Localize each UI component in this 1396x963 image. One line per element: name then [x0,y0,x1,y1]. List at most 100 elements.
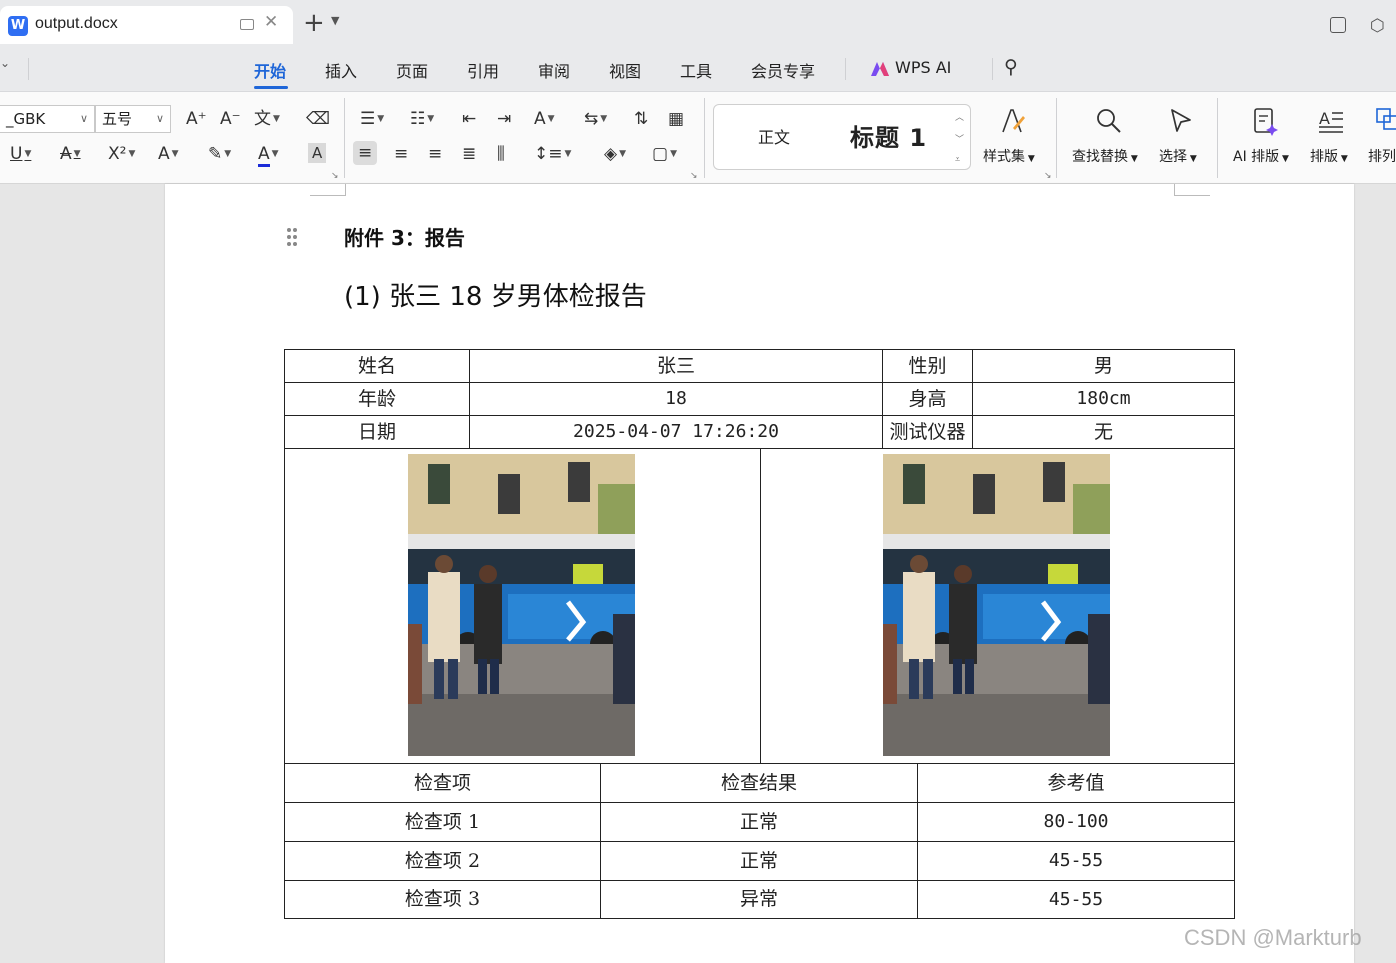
align-right-icon[interactable]: ≡ [428,144,442,164]
info-value-height[interactable]: 180cm [972,382,1235,416]
active-tab-underline [254,86,288,89]
menu-tab-member[interactable]: 会员专享 [751,58,815,82]
results-row-3-item[interactable]: 检查项 3 [284,880,601,919]
attachment-heading[interactable]: 附件 3：报告 [344,222,465,251]
results-row-2-result[interactable]: 正常 [600,841,918,881]
results-row-1-result[interactable]: 正常 [600,802,918,842]
info-label-age[interactable]: 年龄 [284,382,470,416]
font-name-select[interactable]: _GBK ∨ [0,105,95,133]
styles-dialog-launcher-icon[interactable]: ↘ [1044,171,1052,181]
phonetic-guide-icon[interactable]: 文 ▼ [254,109,280,129]
paragraph-dialog-launcher-icon[interactable]: ↘ [690,171,698,181]
window-restore-icon[interactable] [1330,17,1346,33]
gallery-scroll-down-icon[interactable]: ﹀ [955,130,964,150]
style-heading-1[interactable]: 标题 1 [850,118,927,153]
clear-format-icon[interactable]: ⌫ [306,109,330,129]
info-value-device[interactable]: 无 [972,415,1235,449]
highlight-icon[interactable]: ✎ ▼ [208,144,231,164]
collapse-chevron-icon[interactable]: ⌄ [0,56,10,70]
select-label[interactable]: 选择 ▼ [1159,146,1197,166]
results-row-3-result[interactable]: 异常 [600,880,918,919]
menu-tab-insert[interactable]: 插入 [325,58,357,82]
results-row-2-reference[interactable]: 45-55 [917,841,1235,881]
increase-font-icon[interactable]: A⁺ [186,109,207,129]
new-tab-button[interactable]: + [303,8,325,38]
monitor-icon[interactable] [240,19,254,30]
style-normal[interactable]: 正文 [758,124,790,148]
results-row-1-reference[interactable]: 80-100 [917,802,1235,842]
results-header-item[interactable]: 检查项 [284,763,601,803]
gallery-expand-icon[interactable]: ⩡ [955,150,960,170]
line-spacing-icon[interactable]: ↕≡ ▼ [534,144,571,164]
ai-layout-label[interactable]: AI 排版 ▼ [1233,146,1289,166]
close-tab-icon[interactable]: ✕ [264,12,278,32]
find-replace-icon[interactable] [1093,106,1123,136]
decrease-font-icon[interactable]: A⁻ [220,109,241,129]
results-row-1-item[interactable]: 检查项 1 [284,802,601,842]
layout-label[interactable]: 排版 ▼ [1310,146,1348,166]
results-header-reference[interactable]: 参考值 [917,763,1235,803]
font-size-select[interactable]: 五号 ∨ [95,105,171,133]
select-cursor-icon[interactable] [1166,106,1196,136]
underline-icon[interactable]: U ▼ [10,144,31,164]
results-header-result[interactable]: 检查结果 [600,763,918,803]
menu-tab-home[interactable]: 开始 [254,58,286,82]
text-effect-icon[interactable]: A ▼ [158,144,179,164]
info-label-device[interactable]: 测试仪器 [882,415,973,449]
font-color-icon[interactable]: A ▼ [258,144,279,167]
arrange-label[interactable]: 排列 [1368,146,1396,166]
font-dialog-launcher-icon[interactable]: ↘ [331,171,339,181]
borders-icon[interactable]: ▢ ▼ [652,144,677,164]
style-set-label[interactable]: 样式集 ▼ [983,146,1035,166]
paragraph-shading-icon[interactable]: ◈ ▼ [604,144,626,164]
font-name-value: _GBK [6,110,46,128]
bullet-list-icon[interactable]: ☰ ▼ [360,109,384,129]
menu-tab-view[interactable]: 视图 [609,58,641,82]
street-bus-photo-left[interactable] [408,454,635,756]
style-set-icon[interactable] [997,106,1027,136]
info-label-name[interactable]: 姓名 [284,349,470,383]
report-title[interactable]: (1) 张三 18 岁男体检报告 [344,276,647,313]
decrease-indent-icon[interactable]: ⇤ [462,109,476,129]
increase-indent-icon[interactable]: ⇥ [497,109,511,129]
tab-list-chevron-icon[interactable]: ▼ [331,14,339,27]
menu-tab-references[interactable]: 引用 [467,58,499,82]
find-replace-label[interactable]: 查找替换 ▼ [1072,146,1138,166]
search-icon[interactable]: ⚲ [1004,56,1018,78]
align-center-icon[interactable]: ≡ [394,144,408,164]
select-text: 选择 [1159,149,1187,165]
menu-tab-review[interactable]: 审阅 [538,58,570,82]
sort-icon[interactable]: ⇅ [634,109,648,129]
menu-tab-tools[interactable]: 工具 [680,58,712,82]
distributed-align-icon[interactable]: ⫼ [497,144,505,164]
cube-icon[interactable]: ⬡ [1370,16,1385,36]
strikethrough-icon[interactable]: A ▼ [60,144,81,164]
document-tab[interactable]: W output.docx ✕ [0,6,293,44]
info-label-gender[interactable]: 性别 [882,349,973,383]
character-shading-icon[interactable]: A [308,143,327,163]
menu-tab-page[interactable]: 页面 [396,58,428,82]
superscript-icon[interactable]: X² ▼ [108,144,135,164]
gallery-scroll-up-icon[interactable]: ︿ [955,108,964,128]
align-left-icon[interactable]: ≡ [353,141,378,165]
results-row-2-item[interactable]: 检查项 2 [284,841,601,881]
asian-layout-icon[interactable]: ⇆ ▼ [584,109,607,129]
layout-icon[interactable]: A [1316,106,1346,136]
numbered-list-icon[interactable]: ☷ ▼ [410,109,434,129]
info-value-date[interactable]: 2025-04-07 17:26:20 [469,415,883,449]
ai-layout-icon[interactable] [1250,106,1280,136]
info-value-age[interactable]: 18 [469,382,883,416]
street-bus-photo-right[interactable] [883,454,1110,756]
menu-tab-wps-ai[interactable]: WPS AI [895,58,951,77]
info-value-name[interactable]: 张三 [469,349,883,383]
show-marks-icon[interactable]: ▦ [668,109,684,129]
text-direction-icon[interactable]: A ▼ [534,109,555,129]
arrange-icon[interactable] [1374,106,1396,136]
margin-mark-top-left [345,184,346,196]
info-label-height[interactable]: 身高 [882,382,973,416]
justify-icon[interactable]: ≣ [462,144,476,164]
results-row-3-reference[interactable]: 45-55 [917,880,1235,919]
paragraph-drag-handle-icon[interactable] [287,228,299,248]
info-label-date[interactable]: 日期 [284,415,470,449]
info-value-gender[interactable]: 男 [972,349,1235,383]
